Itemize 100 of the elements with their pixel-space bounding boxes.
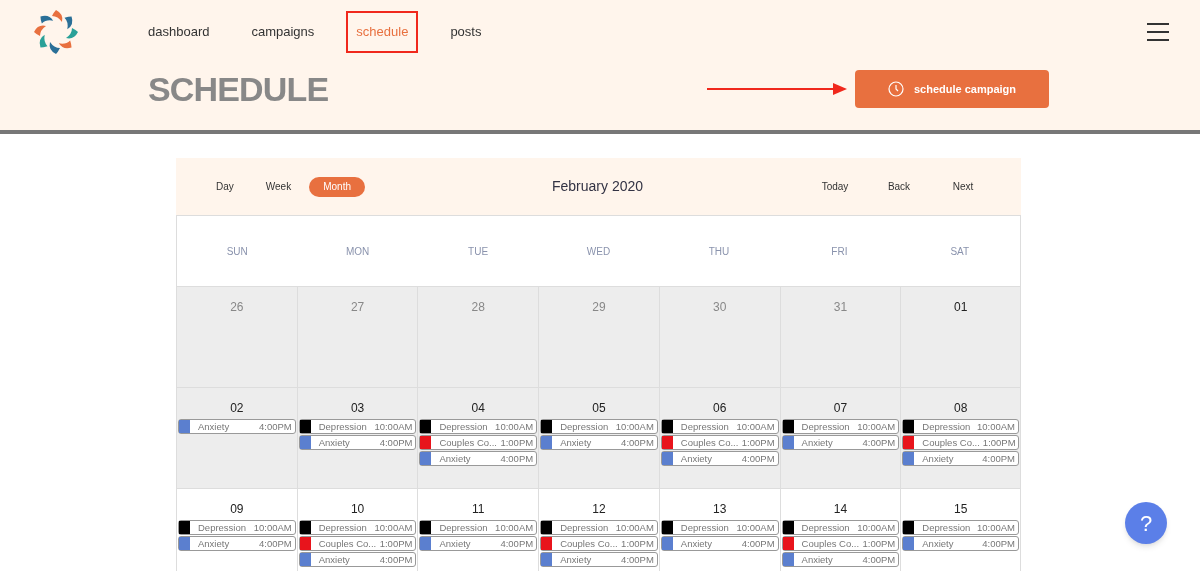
day-number: 15 [953,501,968,518]
calendar-event[interactable]: Anxiety 4:00PM [902,536,1019,551]
calendar-nav-button[interactable]: Back [871,176,927,197]
calendar-event[interactable]: Anxiety 4:00PM [298,552,417,567]
calendar-event[interactable]: Anxiety 4:00PM [540,435,658,450]
calendar-event[interactable]: Anxiety 4:00PM [540,552,658,567]
event-time: 1:00PM [741,437,776,448]
day-number: 26 [230,299,244,316]
page-title: SCHEDULE [148,68,329,110]
event-title: Depression [317,421,367,432]
event-time: 4:00PM [500,538,535,549]
calendar-event[interactable]: Anxiety 4:00PM [660,536,779,551]
nav-link[interactable]: campaigns [241,11,325,53]
day-number: 13 [713,501,727,518]
calendar-event[interactable]: Depression 10:00AM [660,520,779,535]
event-title: Anxiety [197,421,230,432]
event-time: 1:00PM [982,437,1017,448]
event-time: 10:00AM [374,522,414,533]
calendar-event[interactable]: Depression 10:00AM [660,419,779,434]
calendar-event[interactable]: Anxiety 4:00PM [781,435,900,450]
event-title: Anxiety [438,538,471,549]
event-time: 1:00PM [500,437,535,448]
calendar-event[interactable]: Anxiety 4:00PM [178,419,296,434]
event-title: Depression [317,522,367,533]
calendar-event[interactable]: Anxiety 4:00PM [902,451,1019,466]
calendar-event[interactable]: Anxiety 4:00PM [298,435,417,450]
calendar-event[interactable]: Anxiety 4:00PM [660,451,779,466]
event-time: 4:00PM [258,421,293,432]
event-title: Anxiety [800,554,833,565]
day-number: 12 [592,501,606,518]
calendar-event[interactable]: Anxiety 4:00PM [419,451,538,466]
event-time: 4:00PM [741,538,776,549]
calendar-event[interactable]: Couples Co... 1:00PM [660,435,779,450]
event-title: Couples Co... [800,538,860,549]
calendar-event[interactable]: Depression 10:00AM [540,419,658,434]
calendar-nav-button[interactable]: Today [807,176,863,197]
calendar-event[interactable]: Depression 10:00AM [781,419,900,434]
event-time: 1:00PM [621,538,655,549]
calendar-event[interactable]: Anxiety 4:00PM [781,552,900,567]
day-number: 31 [833,299,848,316]
calendar-event[interactable]: Anxiety 4:00PM [419,536,538,551]
nav-link[interactable]: dashboard [138,11,220,53]
event-time: 4:00PM [862,437,897,448]
nav-link[interactable]: posts [440,11,492,53]
event-title: Anxiety [800,437,833,448]
event-title: Depression [197,522,247,533]
event-title: Couples Co... [438,437,497,448]
calendar-event[interactable]: Couples Co... 1:00PM [540,536,658,551]
calendar-event[interactable]: Couples Co... 1:00PM [902,435,1019,450]
event-title: Anxiety [921,538,954,549]
nav-link[interactable]: schedule [346,11,419,53]
event-title: Anxiety [438,453,471,464]
event-time: 10:00AM [976,421,1016,432]
calendar-event[interactable]: Anxiety 4:00PM [178,536,296,551]
event-title: Anxiety [197,538,230,549]
calendar-event[interactable]: Depression 10:00AM [902,520,1019,535]
day-number: 08 [953,400,968,417]
weekday-label: THU [708,244,730,259]
clock-icon [887,81,904,97]
calendar-event[interactable]: Couples Co... 1:00PM [298,536,417,551]
event-title: Depression [800,522,850,533]
event-title: Depression [679,522,729,533]
schedule-campaign-button[interactable]: schedule campaign [855,70,1049,108]
help-button[interactable]: ? [1125,502,1167,544]
day-number: 02 [230,400,244,417]
day-number: 11 [472,501,485,518]
calendar-event[interactable]: Depression 10:00AM [781,520,900,535]
calendar-nav-button[interactable]: Next [935,176,991,197]
calendar-event[interactable]: Depression 10:00AM [419,419,538,434]
day-number: 04 [471,400,485,417]
menu-icon[interactable] [1146,23,1170,41]
event-time: 10:00AM [736,522,776,533]
day-number: 09 [230,501,244,518]
day-number: 27 [350,299,365,316]
event-time: 4:00PM [982,453,1016,464]
weekday-label: FRI [831,244,848,259]
event-title: Anxiety [317,437,350,448]
calendar-event[interactable]: Couples Co... 1:00PM [781,536,900,551]
day-number: 05 [592,400,606,417]
calendar-event[interactable]: Depression 10:00AM [298,520,417,535]
calendar-event[interactable]: Depression 10:00AM [419,520,538,535]
event-title: Depression [679,421,729,432]
calendar-event[interactable]: Depression 10:00AM [298,419,417,434]
view-tab[interactable]: Day [202,176,248,197]
view-tab[interactable]: Month [309,176,365,197]
event-time: 10:00AM [615,421,655,432]
day-number: 01 [953,299,968,316]
event-title: Anxiety [317,554,350,565]
view-tab[interactable]: Week [251,176,306,197]
calendar-event[interactable]: Depression 10:00AM [540,520,658,535]
event-time: 4:00PM [862,554,897,565]
calendar-event[interactable]: Depression 10:00AM [902,419,1019,434]
calendar-event[interactable]: Couples Co... 1:00PM [419,435,538,450]
event-time: 10:00AM [495,421,535,432]
event-title: Anxiety [921,453,954,464]
event-title: Depression [438,522,488,533]
calendar-event[interactable]: Depression 10:00AM [178,520,296,535]
event-time: 10:00AM [857,522,897,533]
event-time: 4:00PM [621,554,655,565]
weekday-label: SUN [226,244,248,259]
